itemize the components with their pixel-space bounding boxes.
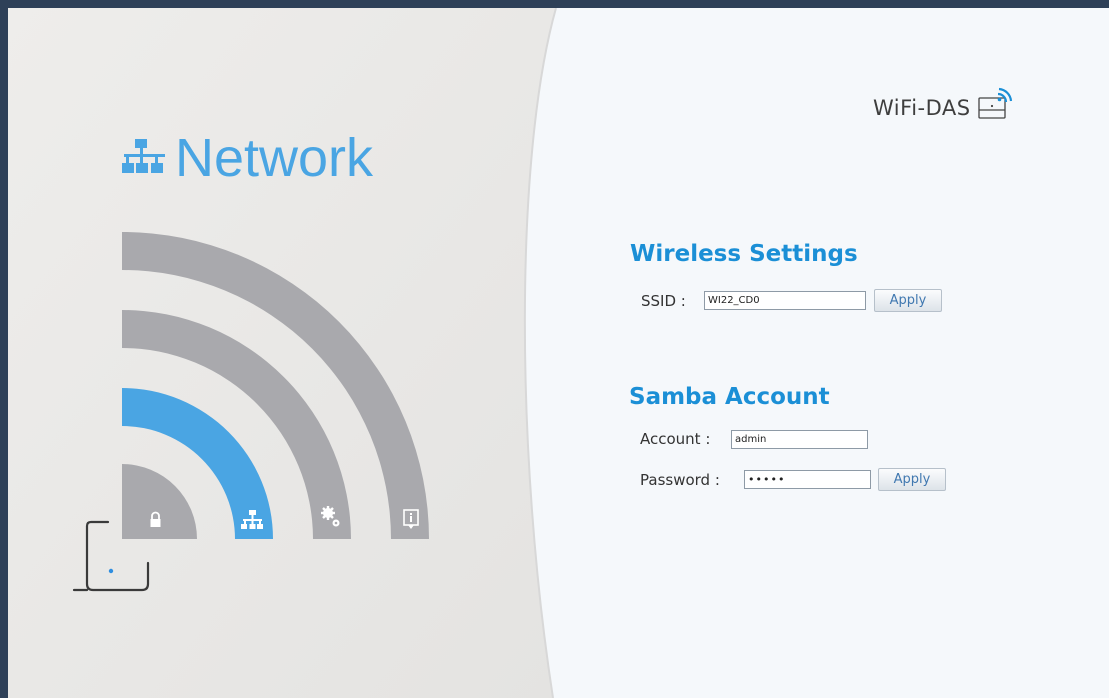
password-label: Password : xyxy=(640,471,720,489)
wifi-drive-icon xyxy=(977,87,1012,119)
brand-name: WiFi-DAS xyxy=(873,96,971,120)
account-input[interactable] xyxy=(731,430,868,449)
wireless-settings-title: Wireless Settings xyxy=(630,241,858,267)
password-input[interactable] xyxy=(744,470,871,489)
brand-logo: WiFi-DAS xyxy=(873,87,1013,128)
samba-apply-button[interactable]: Apply xyxy=(878,468,946,491)
samba-account-title: Samba Account xyxy=(629,384,830,410)
account-label: Account : xyxy=(640,430,711,448)
ssid-input[interactable] xyxy=(704,291,866,310)
page-title: Network xyxy=(175,128,374,188)
wireless-apply-button[interactable]: Apply xyxy=(874,289,942,312)
ssid-label: SSID : xyxy=(641,292,686,310)
paper-background xyxy=(8,8,556,698)
app-stage: Network WiFi-DAS Wireless Settings SSID … xyxy=(8,8,1109,698)
